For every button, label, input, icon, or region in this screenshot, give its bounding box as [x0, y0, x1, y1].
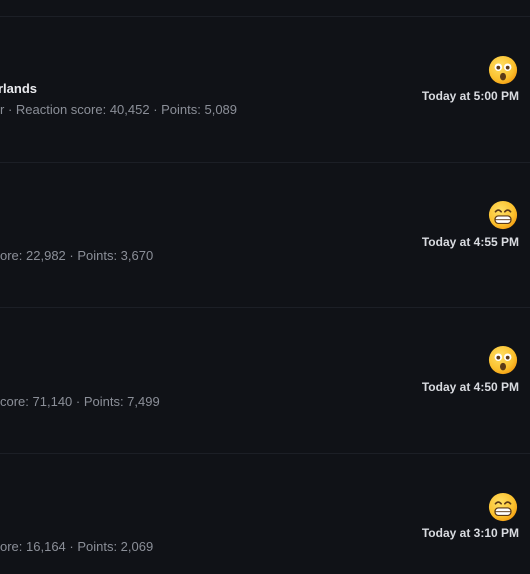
grinning-face-emoji — [488, 492, 518, 522]
reaction-row: ore: 22,982 · Points: 3,670 Today at 4:5… — [0, 163, 530, 307]
member-name-link[interactable]: rlands — [0, 81, 37, 96]
reaction-time: Today at 5:00 PM — [421, 89, 519, 103]
reaction-time: Today at 4:55 PM — [421, 235, 519, 249]
reaction-time: Today at 3:10 PM — [421, 526, 519, 540]
astonished-face-emoji — [488, 345, 518, 375]
grinning-face-emoji — [488, 200, 518, 230]
member-stats: core: 71,140 · Points: 7,499 — [0, 394, 160, 409]
reaction-row: core: 71,140 · Points: 7,499 Today at 4:… — [0, 308, 530, 453]
reaction-row: ore: 16,164 · Points: 2,069 Today at 3:1… — [0, 454, 530, 574]
member-stats: ore: 16,164 · Points: 2,069 — [0, 539, 154, 554]
reaction-list: rlands r · Reaction score: 40,452 · Poin… — [0, 0, 530, 574]
member-stats: ore: 22,982 · Points: 3,670 — [0, 248, 154, 263]
astonished-face-emoji — [488, 55, 518, 85]
reaction-time: Today at 4:50 PM — [421, 380, 519, 394]
reaction-row: rlands r · Reaction score: 40,452 · Poin… — [0, 17, 530, 162]
member-stats: r · Reaction score: 40,452 · Points: 5,0… — [0, 102, 238, 117]
